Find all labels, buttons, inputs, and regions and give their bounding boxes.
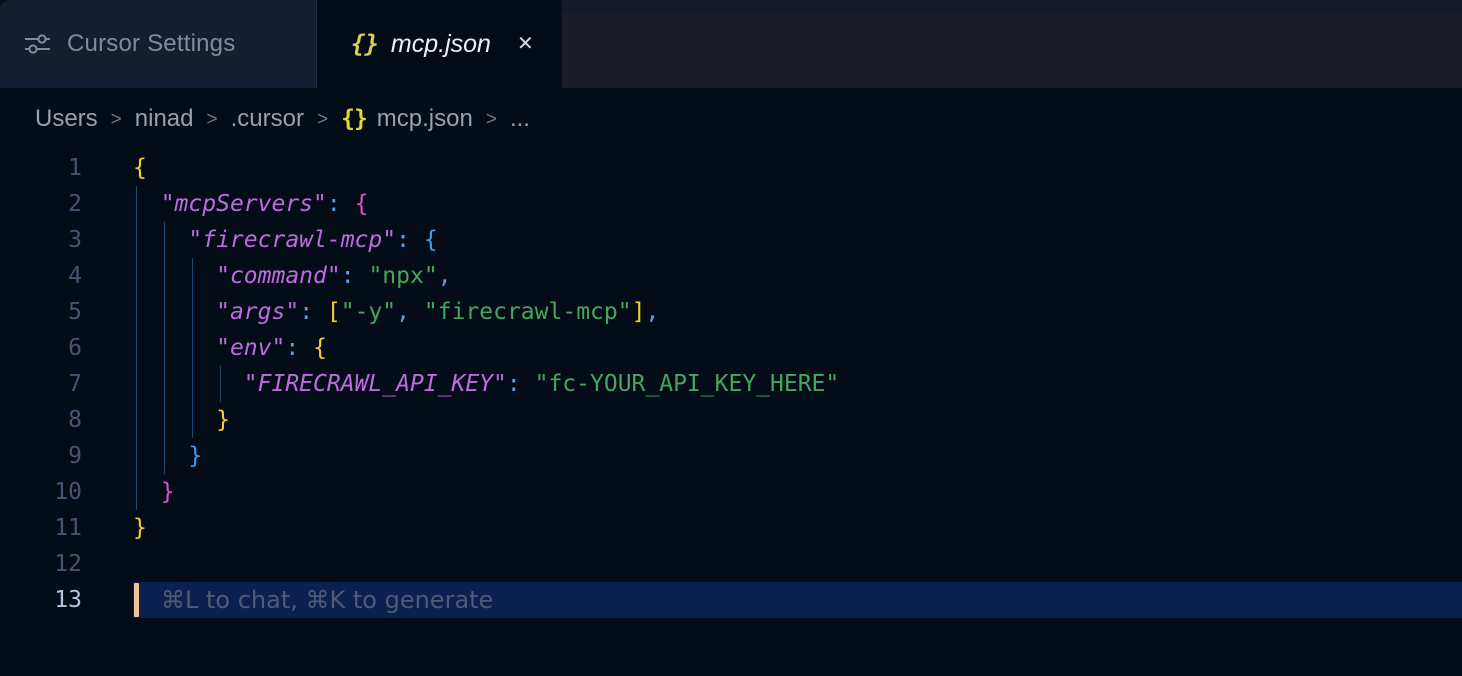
- breadcrumb-item-cursor-dir[interactable]: .cursor: [231, 105, 304, 133]
- code-line[interactable]: 13 ⌘L to chat, ⌘K to generate: [0, 582, 1462, 618]
- json-braces-icon: {}: [341, 106, 367, 132]
- code-line[interactable]: 10 }: [0, 474, 1462, 510]
- tab-label: Cursor Settings: [67, 30, 235, 58]
- line-number: 10: [0, 474, 82, 510]
- code-line[interactable]: 6 "env": {: [0, 330, 1462, 366]
- code-line[interactable]: 9 }: [0, 438, 1462, 474]
- breadcrumb-separator: >: [207, 107, 218, 131]
- tab-bar: Cursor Settings {} mcp.json ✕: [0, 14, 1462, 88]
- code-line[interactable]: 3 "firecrawl-mcp": {: [0, 222, 1462, 258]
- line-number: 13: [0, 582, 82, 618]
- inline-hint-text: ⌘L to chat, ⌘K to generate: [133, 586, 493, 614]
- line-content[interactable]: "mcpServers": {: [133, 186, 1462, 222]
- json-braces-icon: {}: [351, 30, 378, 58]
- tab-cursor-settings[interactable]: Cursor Settings: [0, 0, 317, 88]
- line-content[interactable]: }: [133, 402, 1462, 438]
- line-number: 6: [0, 330, 82, 366]
- breadcrumb-item-ninad[interactable]: ninad: [135, 105, 194, 133]
- line-content[interactable]: "firecrawl-mcp": {: [133, 222, 1462, 258]
- breadcrumb: Users > ninad > .cursor > {} mcp.json > …: [0, 88, 1462, 150]
- code-lines: 1{2 "mcpServers": {3 "firecrawl-mcp": {4…: [0, 150, 1462, 618]
- line-number: 9: [0, 438, 82, 474]
- breadcrumb-item-users[interactable]: Users: [35, 105, 98, 133]
- line-content[interactable]: [133, 546, 1462, 582]
- code-line[interactable]: 5 "args": ["-y", "firecrawl-mcp"],: [0, 294, 1462, 330]
- line-content[interactable]: }: [133, 438, 1462, 474]
- code-line[interactable]: 8 }: [0, 402, 1462, 438]
- line-number: 1: [0, 150, 82, 186]
- code-line[interactable]: 2 "mcpServers": {: [0, 186, 1462, 222]
- line-content[interactable]: "args": ["-y", "firecrawl-mcp"],: [133, 294, 1462, 330]
- breadcrumb-item-mcp-json[interactable]: mcp.json: [377, 105, 473, 133]
- code-line[interactable]: 1{: [0, 150, 1462, 186]
- line-content[interactable]: "command": "npx",: [133, 258, 1462, 294]
- line-content[interactable]: "env": {: [133, 330, 1462, 366]
- line-number: 5: [0, 294, 82, 330]
- line-content[interactable]: ⌘L to chat, ⌘K to generate: [133, 582, 1462, 618]
- line-number: 2: [0, 186, 82, 222]
- line-content[interactable]: }: [133, 474, 1462, 510]
- line-number: 4: [0, 258, 82, 294]
- code-line[interactable]: 11}: [0, 510, 1462, 546]
- sliders-icon: [24, 32, 51, 56]
- line-content[interactable]: }: [133, 510, 1462, 546]
- line-number: 3: [0, 222, 82, 258]
- code-line[interactable]: 7 "FIRECRAWL_API_KEY": "fc-YOUR_API_KEY_…: [0, 366, 1462, 402]
- breadcrumb-separator: >: [111, 107, 122, 131]
- breadcrumb-item-overflow[interactable]: ...: [510, 105, 530, 133]
- cursor-window: Cursor Settings {} mcp.json ✕ Users > ni…: [0, 0, 1462, 676]
- text-cursor: [134, 583, 139, 617]
- code-line[interactable]: 4 "command": "npx",: [0, 258, 1462, 294]
- line-number: 12: [0, 546, 82, 582]
- line-number: 11: [0, 510, 82, 546]
- code-editor[interactable]: 1{2 "mcpServers": {3 "firecrawl-mcp": {4…: [0, 150, 1462, 676]
- code-line[interactable]: 12: [0, 546, 1462, 582]
- line-content[interactable]: {: [133, 150, 1462, 186]
- line-number: 8: [0, 402, 82, 438]
- tab-mcp-json[interactable]: {} mcp.json ✕: [317, 0, 562, 88]
- close-icon[interactable]: ✕: [517, 34, 534, 54]
- tab-label: mcp.json: [391, 30, 491, 59]
- breadcrumb-separator: >: [486, 107, 497, 131]
- line-content[interactable]: "FIRECRAWL_API_KEY": "fc-YOUR_API_KEY_HE…: [133, 366, 1462, 402]
- breadcrumb-separator: >: [317, 107, 328, 131]
- line-number: 7: [0, 366, 82, 402]
